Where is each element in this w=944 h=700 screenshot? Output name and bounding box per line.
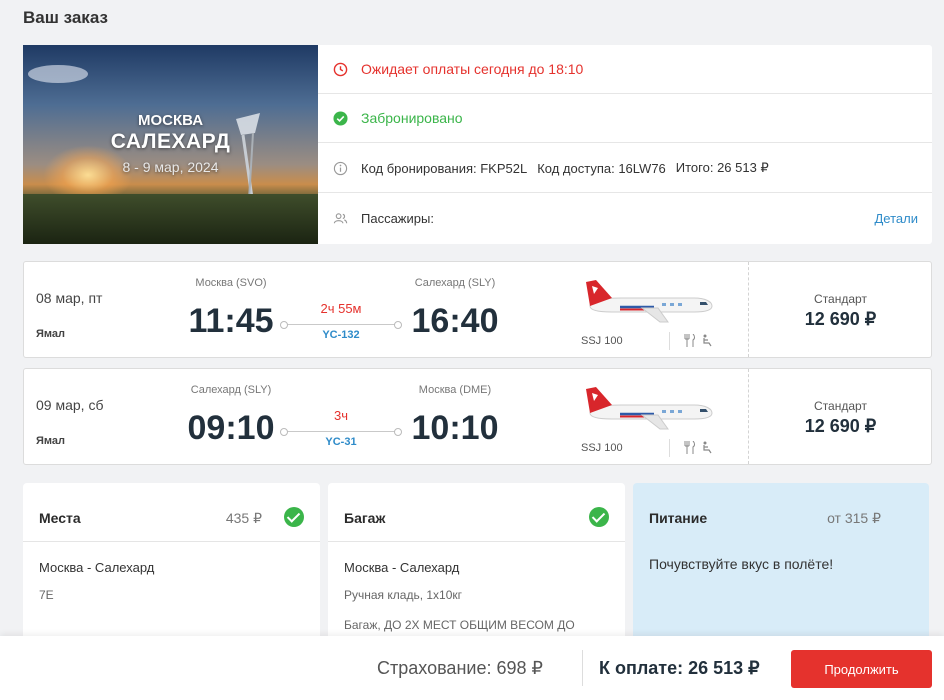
flight-duration: 3ч [333,408,348,423]
check-icon [589,507,609,527]
flight-duration: 2ч 55м [320,301,362,316]
route-line [280,321,402,329]
departure-time: 09:10 [187,409,275,447]
passengers-row: Пассажиры: Детали [318,194,932,243]
booked-row: Забронировано [318,94,932,143]
flight-date: 08 мар, пт [36,290,103,306]
page-title: Ваш заказ [23,8,108,27]
aircraft-type: SSJ 100 [581,442,623,454]
arrival-time: 10:10 [411,409,499,447]
fare-class: Стандарт [814,292,867,306]
booked-status-text: Забронировано [361,110,463,126]
flight-card-outbound[interactable]: 08 мар, пт Ямал Москва (SVO) 11:45 2ч 55… [23,261,932,358]
checked-baggage: Багаж, ДО 2Х МЕСТ ОБЩИМ ВЕСОМ ДО [344,618,575,632]
booking-code: Код бронирования: FKP52L [361,160,528,176]
route-line [280,428,402,436]
aircraft-type: SSJ 100 [581,335,623,347]
arrival-city: Салехард (SLY) [414,277,496,289]
food-tagline: Почувствуйте вкус в полёте! [649,556,834,572]
food-title: Питание [649,510,708,526]
departure-city: Салехард (SLY) [190,384,272,396]
order-summary-card: МОСКВА САЛЕХАРД 8 - 9 мар, 2024 Ожидает … [23,45,932,244]
check-icon [284,507,304,527]
hero-origin: МОСКВА [137,112,204,129]
check-circle-icon [333,110,348,126]
payment-deadline-row: Ожидает оплаты сегодня до 18:10 [318,45,932,94]
clock-icon [333,62,348,76]
booking-codes-row: Код бронирования: FKP52L Код доступа: 16… [318,144,932,193]
fare-class: Стандарт [814,399,867,413]
seats-price: 435 ₽ [225,510,262,526]
baggage-title: Багаж [344,510,386,526]
payment-deadline-text: Ожидает оплаты сегодня до 18:10 [361,61,584,77]
seat-number: 7E [39,588,54,602]
departure-city: Москва (SVO) [195,277,267,289]
details-link[interactable]: Детали [875,211,919,226]
airline-name: Ямал [36,435,66,447]
flight-card-return[interactable]: 09 мар, сб Ямал Салехард (SLY) 09:10 3ч … [23,368,932,465]
flight-date: 09 мар, сб [36,397,104,413]
total-to-pay: К оплате: 26 513 ₽ [599,658,760,678]
amenities-icon [684,334,712,347]
seats-title: Места [39,510,81,526]
flight-price: 12 690 ₽ [804,309,877,329]
passengers-icon [333,213,348,224]
flight-price: 12 690 ₽ [804,416,877,436]
access-code: Код доступа: 16LW76 [537,160,666,176]
arrival-city: Москва (DME) [418,384,492,396]
airline-name: Ямал [36,328,66,340]
departure-time: 11:45 [188,302,274,340]
insurance-price: Страхование: 698 ₽ [377,658,543,678]
continue-button[interactable]: Продолжить [791,650,932,688]
airplane-icon [586,387,713,430]
hero-dates: 8 - 9 мар, 2024 [122,159,219,175]
airplane-icon [586,280,713,323]
order-total: Итого: 26 513 ₽ [675,160,769,175]
flight-number: YC-132 [322,329,360,341]
passengers-label: Пассажиры: [361,211,434,226]
amenities-icon [684,441,712,454]
info-icon [333,161,348,175]
food-price: от 315 ₽ [827,510,881,526]
hand-luggage: Ручная кладь, 1x10кг [344,588,463,602]
checkout-bar: Страхование: 698 ₽ К оплате: 26 513 ₽ Пр… [0,636,944,700]
flight-number: YC-31 [325,436,357,448]
destination-photo: МОСКВА САЛЕХАРД 8 - 9 мар, 2024 [23,45,318,244]
baggage-route: Москва - Салехард [344,560,460,575]
hero-destination: САЛЕХАРД [110,130,231,153]
arrival-time: 16:40 [411,302,499,340]
seats-route: Москва - Салехард [39,560,155,575]
